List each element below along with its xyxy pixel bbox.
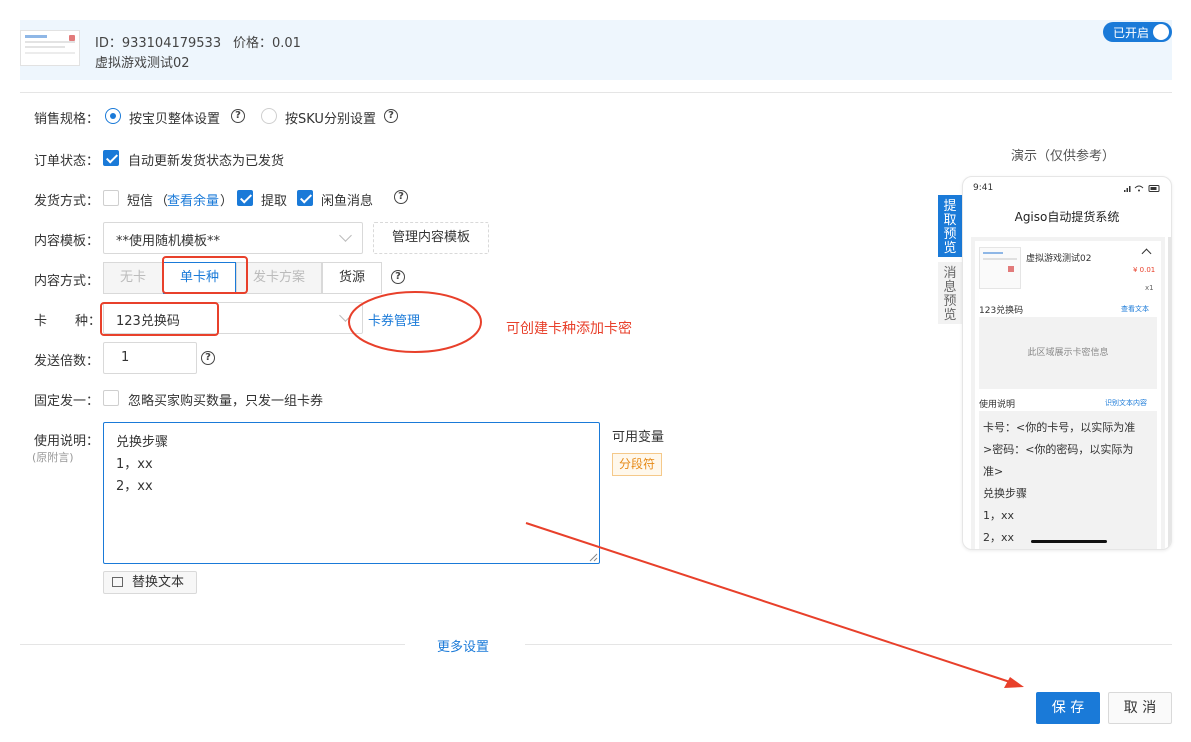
usage-label: 使用说明: [979, 400, 1016, 410]
card-area: 此区域展示卡密信息: [979, 317, 1157, 389]
usage-line: 2，xx: [983, 531, 1015, 544]
status-icons: [1124, 185, 1160, 192]
chevron-up-icon[interactable]: [1141, 248, 1152, 259]
item-price: ¥ 0.01: [1133, 266, 1156, 274]
card-info-section: 123兑换码 查看文本 此区域展示卡密信息: [975, 299, 1161, 395]
annotation-arrow-line: [525, 522, 1011, 683]
tab-message-preview[interactable]: 消息预览: [938, 262, 962, 324]
save-button[interactable]: 保 存: [1036, 692, 1100, 724]
usage-line: 1，xx: [983, 509, 1015, 522]
tab-pickup-preview-label: 提取预览: [943, 199, 957, 256]
usage-content: 卡号：<你的卡号，以实际为准 >密码：<你的密码，以实际为 准> 兑换步骤 1，…: [979, 411, 1157, 549]
scrollbar[interactable]: [1168, 237, 1171, 549]
phone-body: 虚拟游戏测试02 ¥ 0.01 x1 123兑换码 查看文本 此区域展示卡密信息…: [971, 237, 1165, 549]
home-indicator: [1031, 540, 1107, 543]
item-qty: x1: [1145, 284, 1154, 292]
usage-line: 兑换步骤: [983, 487, 1027, 500]
phone-preview: 9:41 Agiso自动提货系统 虚拟游戏测试02 ¥ 0.01 x1 123兑…: [962, 176, 1172, 550]
card-name: 123兑换码: [979, 306, 1024, 316]
item-name: 虚拟游戏测试02: [1026, 254, 1092, 264]
phone-time: 9:41: [973, 183, 994, 193]
usage-line: >密码：<你的密码，以实际为: [983, 443, 1134, 456]
usage-line: 准>: [983, 465, 1004, 478]
cancel-button[interactable]: 取 消: [1108, 692, 1172, 724]
annotation-arrow-head: [1004, 677, 1024, 688]
tab-pickup-preview[interactable]: 提取预览: [938, 195, 962, 257]
app-title: Agiso自动提货系统: [1014, 210, 1120, 224]
item-thumbnail: [979, 247, 1021, 289]
usage-line: 卡号：<你的卡号，以实际为准: [983, 421, 1136, 434]
recognize-link[interactable]: 识别文本内容: [1105, 398, 1147, 408]
annotation-circle: [348, 291, 482, 353]
view-text-link[interactable]: 查看文本: [1121, 304, 1149, 314]
item-card: 虚拟游戏测试02 ¥ 0.01 x1: [975, 241, 1161, 301]
usage-section: 使用说明 识别文本内容 卡号：<你的卡号，以实际为准 >密码：<你的密码，以实际…: [975, 393, 1161, 549]
preview-title: 演示（仅供参考）: [1011, 149, 1116, 164]
tab-message-preview-label: 消息预览: [943, 266, 957, 323]
